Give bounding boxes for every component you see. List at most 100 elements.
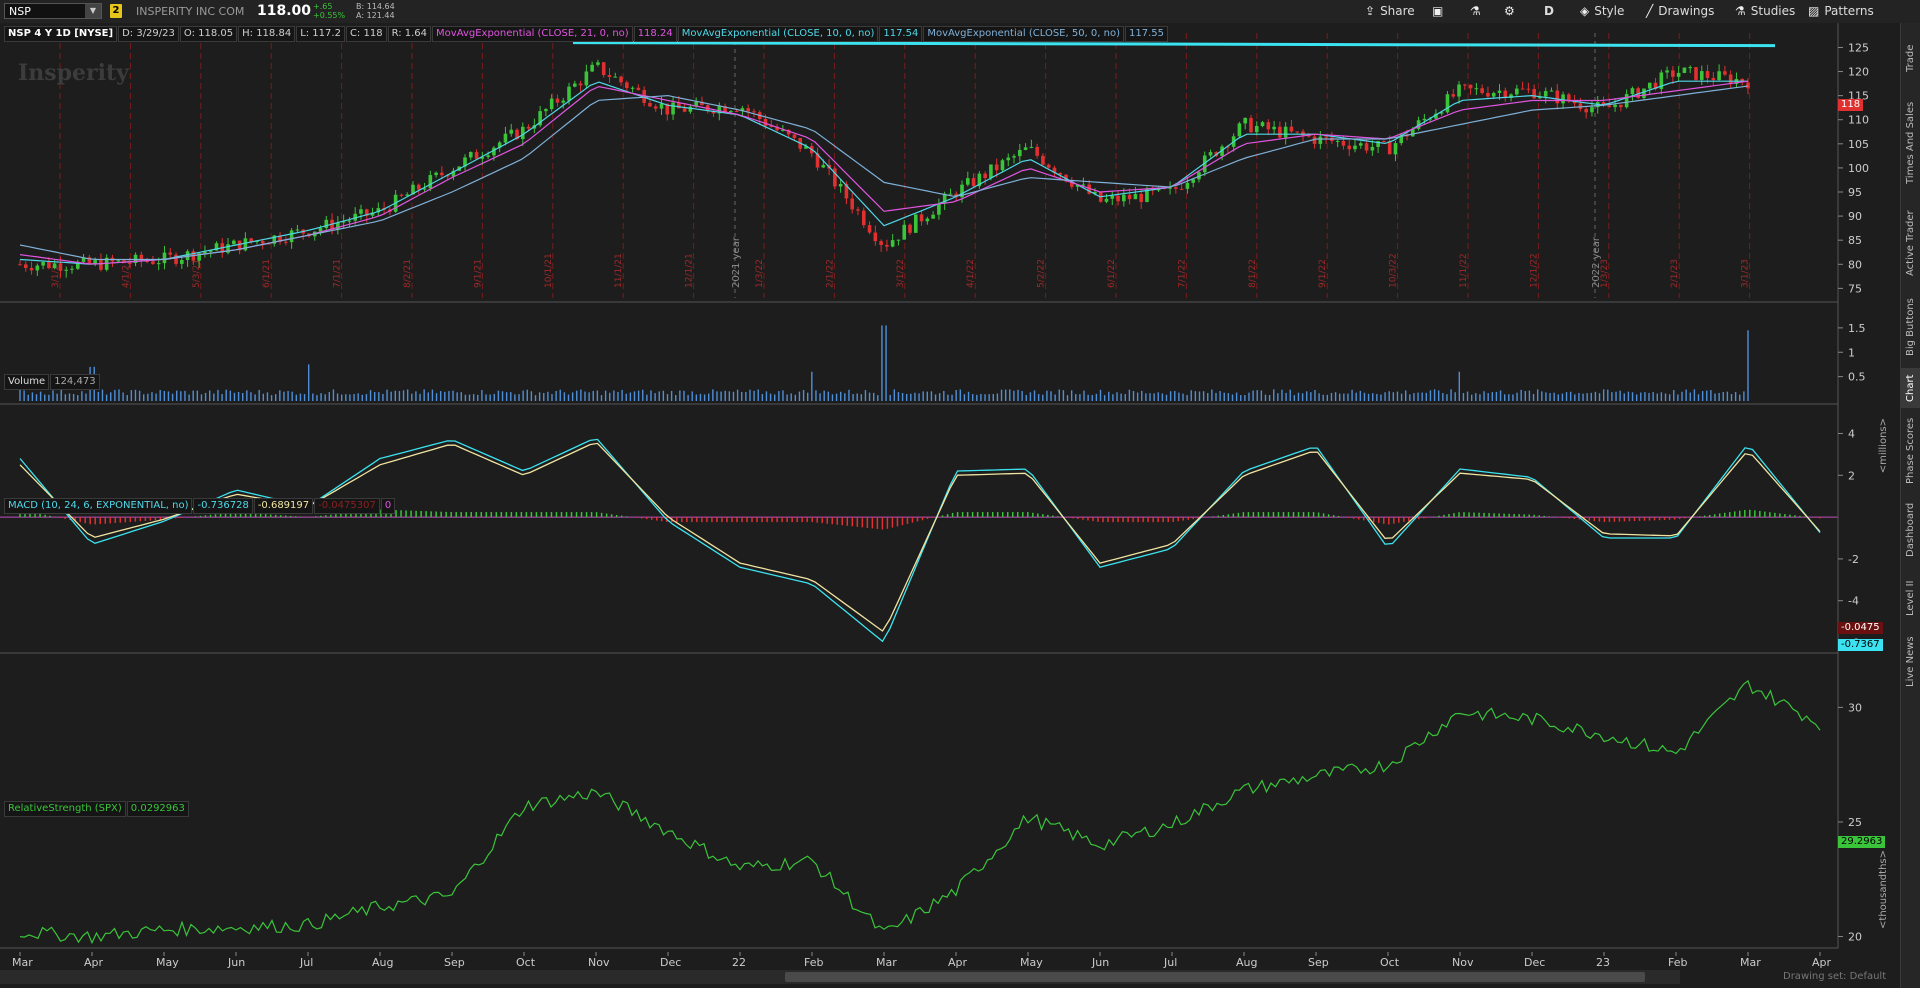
chart-background [0,23,1900,970]
flask-icon: ⚗ [1470,4,1481,18]
macd-zero: 0 [380,498,396,514]
drawings-button[interactable]: ╱ Drawings [1646,0,1714,23]
candle-body [1694,67,1698,80]
x-tick-label: Nov [588,956,610,969]
candle-body [162,252,167,264]
y-tick-label: 75 [1848,282,1862,295]
scroll-thumb[interactable] [785,972,1645,982]
ema21-label[interactable]: MovAvgExponential (CLOSE, 21, 0, no) [432,26,633,42]
x-tick-label: Jun [1091,956,1109,969]
symbol-input[interactable]: NSP ▼ [4,3,102,19]
candle-body [1260,122,1265,126]
candle-body [1619,104,1623,108]
year-mark-label: 2021 year [731,236,742,288]
y-tick-label: 25 [1848,816,1862,829]
watermark-logo: Insperity [18,60,130,86]
candle-body [821,164,826,168]
candle-body [1647,82,1652,89]
candle-body [1046,164,1051,168]
patterns-button[interactable]: ▨ Patterns [1808,0,1874,23]
candle-body [64,269,69,271]
candle-body [1289,126,1294,132]
tab-level-ii[interactable]: Level II [1901,573,1920,623]
patterns-label: Patterns [1824,4,1874,18]
date-mark-label: 3/1/22 [896,259,906,288]
candle-body [1491,92,1496,97]
tab-trade[interactable]: Trade [1901,31,1920,86]
candle-body [1671,70,1675,77]
y-tick-label: 95 [1848,186,1862,199]
candle-body [526,126,531,129]
studies-button[interactable]: ⚗ Studies [1735,0,1795,23]
studies-label: Studies [1750,4,1796,18]
x-tick-label: Dec [1524,956,1545,969]
candle-body [1723,71,1727,75]
ema50-label[interactable]: MovAvgExponential (CLOSE, 50, 0, no) [923,26,1124,42]
candle-body [1133,193,1138,200]
candle-body [919,214,924,222]
share-button[interactable]: ⇪ Share [1365,0,1415,23]
candle-body [1549,90,1554,92]
x-tick-label: Aug [372,956,393,969]
candle-body [896,239,901,241]
candle-body [1370,146,1375,151]
tab-active-trader[interactable]: Active Trader [1901,203,1920,283]
candle-body [468,152,473,158]
tab-big-buttons[interactable]: Big Buttons [1901,291,1920,363]
period-button[interactable]: D [1544,0,1554,23]
rs-label[interactable]: RelativeStrength (SPX) [4,801,126,817]
candle-body [1335,140,1340,142]
ema10-label[interactable]: MovAvgExponential (CLOSE, 10, 0, no) [677,26,879,42]
candle-body [1480,88,1484,93]
candle-body [1676,72,1681,77]
candle-body [1584,108,1588,113]
candle-body [58,263,63,271]
candle-body [1543,91,1548,97]
candle-body [168,252,173,255]
style-button[interactable]: ◈ Style [1580,0,1624,23]
tab-times-and-sales[interactable]: Times And Sales [1901,93,1920,193]
tab-phase-scores[interactable]: Phase Scores [1901,415,1920,487]
candle-body [1179,188,1184,190]
link-group-badge[interactable]: 2 [110,4,122,18]
drawing-set-label[interactable]: Drawing set: Default [1783,971,1886,982]
time-scrollbar[interactable] [0,970,1680,984]
flask-button[interactable]: ⚗ [1470,0,1486,23]
candle-body [1243,117,1248,124]
candle-body [1353,145,1357,150]
candle-body [625,82,629,89]
candle-body [965,178,970,185]
tab-chart[interactable]: Chart [1901,368,1920,408]
style-label: Style [1594,4,1625,18]
volume-label[interactable]: Volume [4,374,50,390]
x-tick-label: Sep [444,956,465,969]
candle-body [902,224,907,240]
candle-body [879,241,883,245]
candle-body [1486,92,1490,97]
change-percent: +0.55% [313,11,346,20]
macd-diff-tag: -0.0475 [1838,622,1883,634]
date-mark-label: 10/1/21 [544,253,554,288]
candle-body [908,224,912,233]
drawings-label: Drawings [1658,4,1715,18]
bid-ask: B: 114.64 A: 121.44 [356,2,395,20]
candle-body [1468,84,1473,89]
ema50-value: 117.55 [1125,26,1168,42]
chart-canvas[interactable]: 3/1/21 4/1/21 5/3/21 6/1/21 7/1/21 8/2/21 9/1/… [0,23,1900,970]
tab-dashboard[interactable]: Dashboard [1901,497,1920,563]
candle-body [931,214,935,219]
price-title: NSP 4 Y 1D [NYSE] [4,26,118,42]
candle-body [23,264,28,268]
macd-label[interactable]: MACD (10, 24, 6, EXPONENTIAL, no) [4,498,193,514]
snapshot-button[interactable]: ▣ [1432,0,1448,23]
y-tick-label: 2 [1848,469,1855,482]
settings-button[interactable]: ⚙ [1504,0,1520,23]
candle-body [156,263,161,265]
rs-value: 0.0292963 [126,801,189,817]
candle-body [1358,143,1363,146]
patterns-icon: ▨ [1808,4,1820,18]
tab-live-news[interactable]: Live News [1901,631,1920,693]
symbol-dropdown-icon[interactable]: ▼ [85,4,101,18]
x-tick-label: Mar [876,956,897,969]
candle-body [1705,71,1710,78]
